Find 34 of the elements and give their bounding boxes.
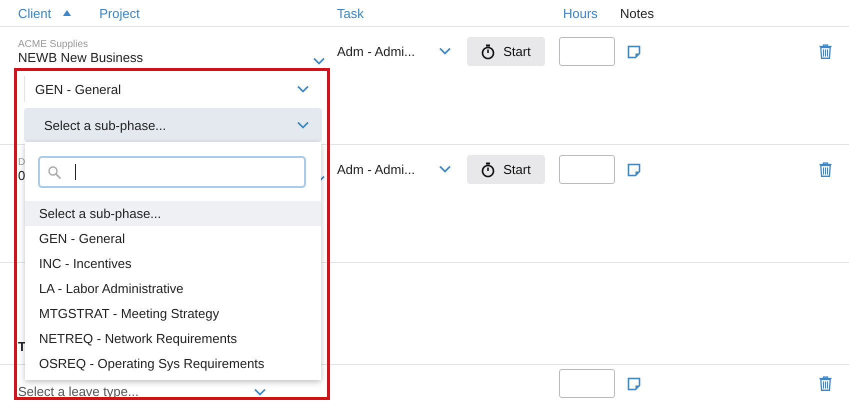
dropdown-option[interactable]: LA - Labor Administrative: [25, 276, 321, 301]
start-button[interactable]: Start: [467, 155, 545, 184]
dropdown-option[interactable]: NETREQ - Network Requirements: [25, 326, 321, 351]
note-icon[interactable]: [627, 162, 641, 176]
trash-icon[interactable]: [819, 376, 832, 391]
column-header[interactable]: Project: [99, 6, 140, 20]
project-name: 0: [18, 168, 26, 183]
column-header[interactable]: Hours: [563, 6, 598, 20]
dropdown-option[interactable]: GEN - General: [25, 226, 321, 251]
dropdown-option[interactable]: INC - Incentives: [25, 251, 321, 276]
trash-icon[interactable]: [819, 44, 832, 59]
column-header[interactable]: Client: [18, 6, 52, 20]
column-header: Notes: [620, 6, 654, 20]
search-field[interactable]: [38, 156, 306, 188]
dropdown-option[interactable]: OSREQ - Operating Sys Requirements: [25, 351, 321, 376]
stopwatch-icon: [481, 44, 496, 60]
task-name: Adm - Admi...: [337, 162, 416, 176]
hours-field[interactable]: [559, 155, 615, 184]
sub-phase-select[interactable]: Select a sub-phase...: [24, 108, 322, 142]
hours-field[interactable]: [559, 37, 615, 66]
dropdown-option[interactable]: MTGSTRAT - Meeting Strategy: [25, 301, 321, 326]
client-name: D: [18, 157, 26, 168]
note-icon[interactable]: [627, 44, 641, 58]
column-header[interactable]: Task: [337, 6, 364, 20]
search-icon: [48, 166, 61, 178]
hours-field[interactable]: [559, 369, 615, 398]
client-name: ACME Supplies: [18, 39, 90, 50]
dropdown-option[interactable]: Select a sub-phase...: [25, 201, 321, 226]
project-name: NEWB New Business: [18, 50, 143, 65]
start-button[interactable]: Start: [467, 37, 545, 66]
trash-icon[interactable]: [819, 162, 832, 177]
note-icon[interactable]: [627, 376, 641, 390]
task-name: Adm - Admi...: [337, 44, 416, 58]
stopwatch-icon: [481, 162, 496, 178]
